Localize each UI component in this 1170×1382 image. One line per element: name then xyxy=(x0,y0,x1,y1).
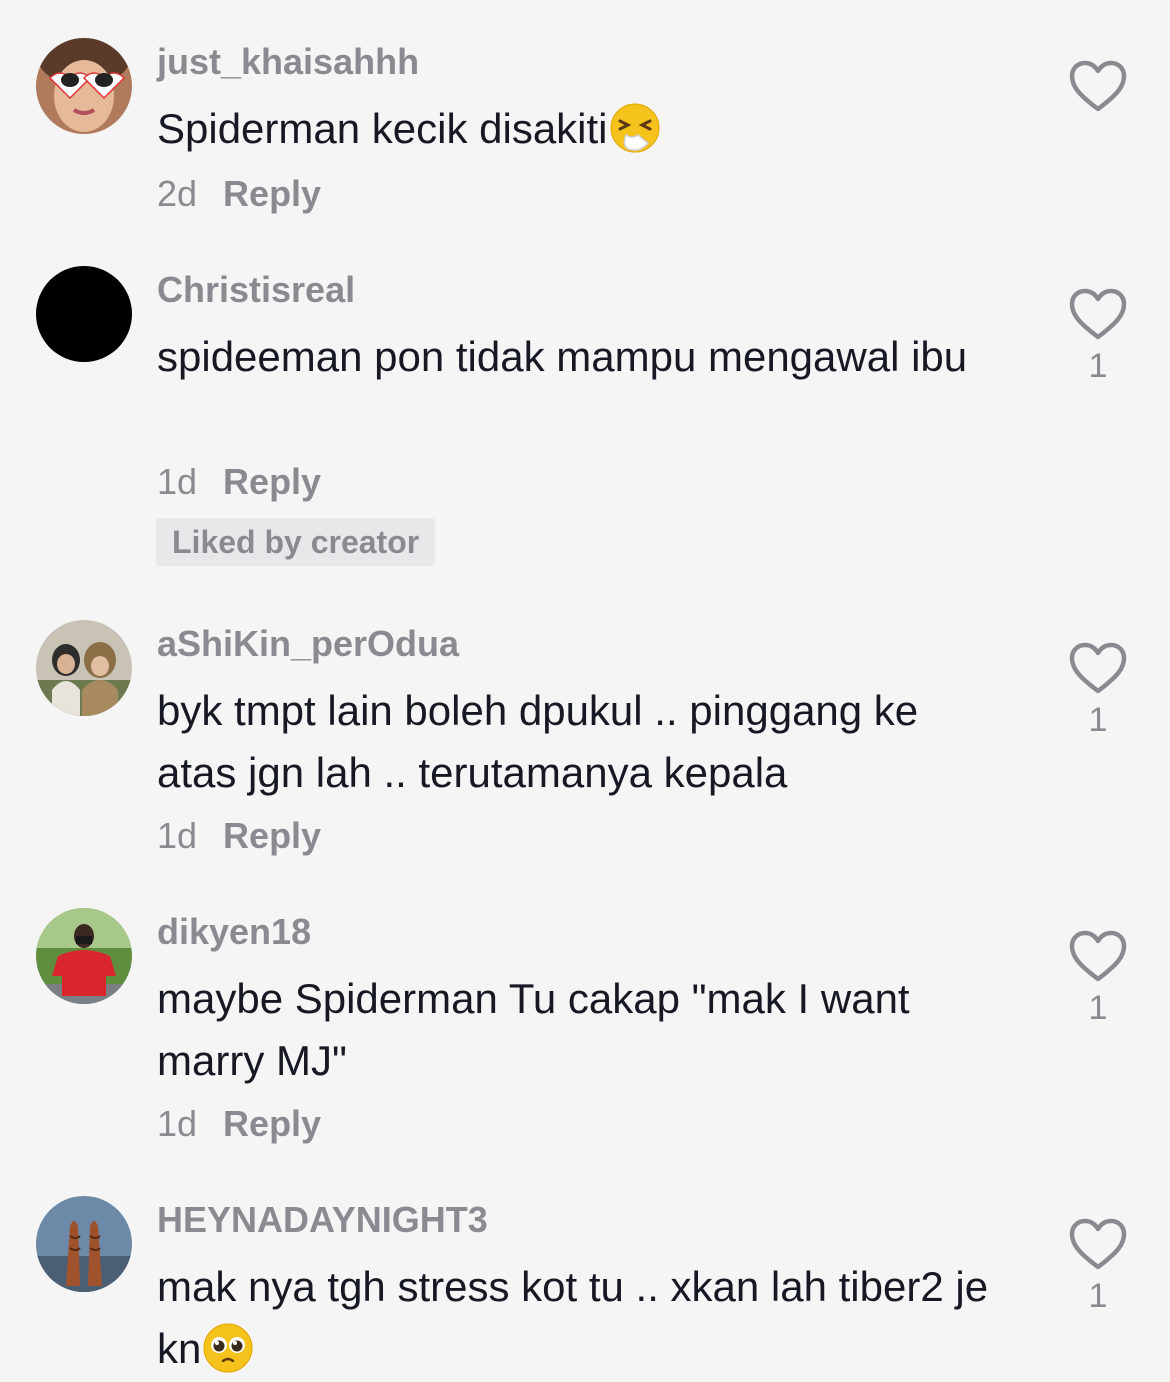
like-count: 1 xyxy=(1088,1277,1108,1315)
comment-text: Spiderman kecik disakiti xyxy=(157,98,1017,160)
comment-item: HEYNADAYNIGHT3 mak nya tgh stress kot tu… xyxy=(0,1196,1170,1382)
comment-time: 1d xyxy=(157,815,198,856)
sneezing-face-emoji-icon xyxy=(608,101,662,155)
like-control: 1 xyxy=(1068,642,1128,740)
reply-button[interactable]: Reply xyxy=(223,173,321,214)
comment-time: 1d xyxy=(157,461,198,502)
avatar[interactable] xyxy=(36,266,132,362)
avatar-couple-photo-icon xyxy=(36,620,132,716)
heart-icon[interactable] xyxy=(1068,930,1128,984)
comment-text: mak nya tgh stress kot tu .. xkan lah ti… xyxy=(157,1256,1007,1380)
comment-meta: 1d Reply xyxy=(157,814,321,858)
comment-item: dikyen18 maybe Spiderman Tu cakap "mak I… xyxy=(0,908,1170,1158)
reply-button[interactable]: Reply xyxy=(223,1103,321,1144)
comment-username[interactable]: aShiKin_perOdua xyxy=(157,622,459,666)
avatar[interactable] xyxy=(36,38,132,134)
comment-text-body: Spiderman kecik disakiti xyxy=(157,105,608,152)
comment-text: byk tmpt lain boleh dpukul .. pinggang k… xyxy=(157,680,997,804)
liked-by-creator-badge: Liked by creator xyxy=(156,518,436,566)
comment-item: Christisreal spideeman pon tidak mampu m… xyxy=(0,266,1170,586)
comment-text-body: mak nya tgh stress kot tu .. xkan lah ti… xyxy=(157,1263,989,1372)
comment-username[interactable]: Christisreal xyxy=(157,268,355,312)
comment-item: aShiKin_perOdua byk tmpt lain boleh dpuk… xyxy=(0,620,1170,870)
pleading-face-emoji-icon xyxy=(201,1321,255,1375)
comment-text: spideeman pon tidak mampu mengawal ibu xyxy=(157,326,977,388)
comment-time: 1d xyxy=(157,1103,198,1144)
comment-username[interactable]: dikyen18 xyxy=(157,910,311,954)
like-control: 1 xyxy=(1068,288,1128,386)
comment-meta: 1d Reply xyxy=(157,460,321,504)
heart-icon[interactable] xyxy=(1068,1218,1128,1272)
avatar-heart-sunglasses-icon xyxy=(36,38,132,134)
like-control: 1 xyxy=(1068,1218,1128,1316)
avatar[interactable] xyxy=(36,1196,132,1292)
heart-icon[interactable] xyxy=(1068,288,1128,342)
like-count: 1 xyxy=(1088,701,1108,739)
like-count: 1 xyxy=(1088,989,1108,1027)
comment-username[interactable]: just_khaisahhh xyxy=(157,40,419,84)
comment-meta: 1d Reply xyxy=(157,1102,321,1146)
reply-button[interactable]: Reply xyxy=(223,815,321,856)
comment-text: maybe Spiderman Tu cakap "mak I want mar… xyxy=(157,968,977,1092)
comment-text-body: byk tmpt lain boleh dpukul .. pinggang k… xyxy=(157,687,919,796)
like-control: 1 xyxy=(1068,930,1128,1028)
comment-item: just_khaisahhh Spiderman kecik disakiti … xyxy=(0,38,1170,228)
comment-meta: 2d Reply xyxy=(157,172,321,216)
reply-button[interactable]: Reply xyxy=(223,461,321,502)
comment-time: 2d xyxy=(157,173,198,214)
avatar[interactable] xyxy=(36,620,132,716)
avatar[interactable] xyxy=(36,908,132,1004)
avatar-man-red-shirt-icon xyxy=(36,908,132,1004)
like-control xyxy=(1068,60,1128,118)
heart-icon[interactable] xyxy=(1068,60,1128,114)
comment-text-body: spideeman pon tidak mampu mengawal ibu xyxy=(157,333,968,380)
heart-icon[interactable] xyxy=(1068,642,1128,696)
comment-text-body: maybe Spiderman Tu cakap "mak I want mar… xyxy=(157,975,910,1084)
like-count: 1 xyxy=(1088,347,1108,385)
comment-username[interactable]: HEYNADAYNIGHT3 xyxy=(157,1198,488,1242)
avatar-black-circle-icon xyxy=(36,266,132,362)
avatar-henna-hands-icon xyxy=(36,1196,132,1292)
comment-list: just_khaisahhh Spiderman kecik disakiti … xyxy=(0,0,1170,1382)
